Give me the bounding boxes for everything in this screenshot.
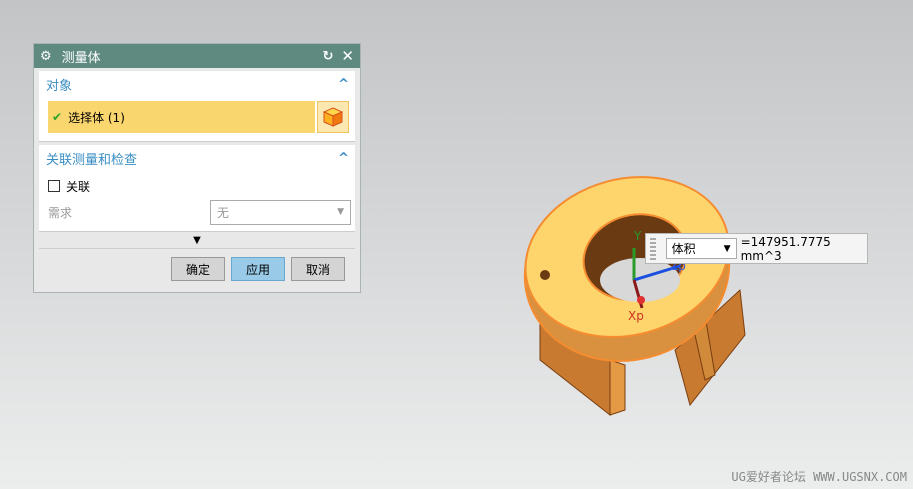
checkbox-label: 关联 — [66, 179, 91, 194]
expand-more-button[interactable]: ▼ — [39, 232, 355, 249]
chevron-down-icon: ▼ — [337, 207, 344, 217]
associative-checkbox[interactable]: 关联 — [39, 174, 355, 198]
select-body-field[interactable]: ✔ 选择体 (1) — [48, 101, 315, 133]
measure-value: =147951.7775 mm^3 — [740, 234, 831, 263]
dialog-title-bar[interactable]: ⚙ 测量体 ↻ ✕ — [34, 44, 360, 68]
associative-section: 关联测量和检查 ^ 关联 需求 无 ▼ — [39, 145, 355, 232]
collapse-icon[interactable]: ^ — [338, 77, 349, 92]
requirement-select[interactable]: 无 ▼ — [210, 199, 351, 225]
dialog-title: 测量体 — [61, 50, 101, 66]
requirement-label: 需求 — [48, 205, 73, 220]
measure-result-box: 体积 ▼ =147951.7775 mm^3 — [645, 233, 868, 264]
ok-button[interactable]: 确定 — [171, 257, 225, 281]
watermark: UG爱好者论坛 WWW.UGSNX.COM — [731, 470, 907, 484]
apply-button[interactable]: 应用 — [231, 257, 285, 281]
measure-body-dialog: ⚙ 测量体 ↻ ✕ 对象 ^ ✔ 选择体 (1) 关联测量和检查 ^ 关联 需求… — [33, 43, 361, 293]
cancel-button[interactable]: 取消 — [291, 257, 345, 281]
collapse-icon[interactable]: ^ — [338, 151, 349, 166]
cube-icon — [322, 107, 344, 127]
chevron-down-icon: ▼ — [723, 243, 731, 254]
select-body-label: 选择体 (1) — [68, 110, 125, 125]
requirement-value: 无 — [217, 205, 230, 220]
close-icon[interactable]: ✕ — [341, 47, 354, 65]
object-section-header[interactable]: 对象 ^ — [39, 71, 355, 97]
y-axis-label: Y — [634, 229, 642, 243]
measure-type-value: 体积 — [671, 242, 696, 256]
drag-handle[interactable] — [650, 237, 656, 260]
select-body-button[interactable] — [317, 101, 349, 133]
measure-type-select[interactable]: 体积 ▼ — [665, 238, 737, 259]
object-section: 对象 ^ ✔ 选择体 (1) — [39, 71, 355, 142]
associative-section-title: 关联测量和检查 — [46, 152, 138, 168]
associative-section-header[interactable]: 关联测量和检查 ^ — [39, 145, 355, 171]
object-section-title: 对象 — [46, 78, 73, 94]
checkbox[interactable] — [48, 180, 60, 192]
check-icon: ✔ — [52, 110, 63, 124]
gear-icon[interactable]: ⚙ — [40, 49, 52, 64]
x-axis-label: Xp — [628, 309, 644, 323]
reset-icon[interactable]: ↻ — [323, 49, 334, 64]
